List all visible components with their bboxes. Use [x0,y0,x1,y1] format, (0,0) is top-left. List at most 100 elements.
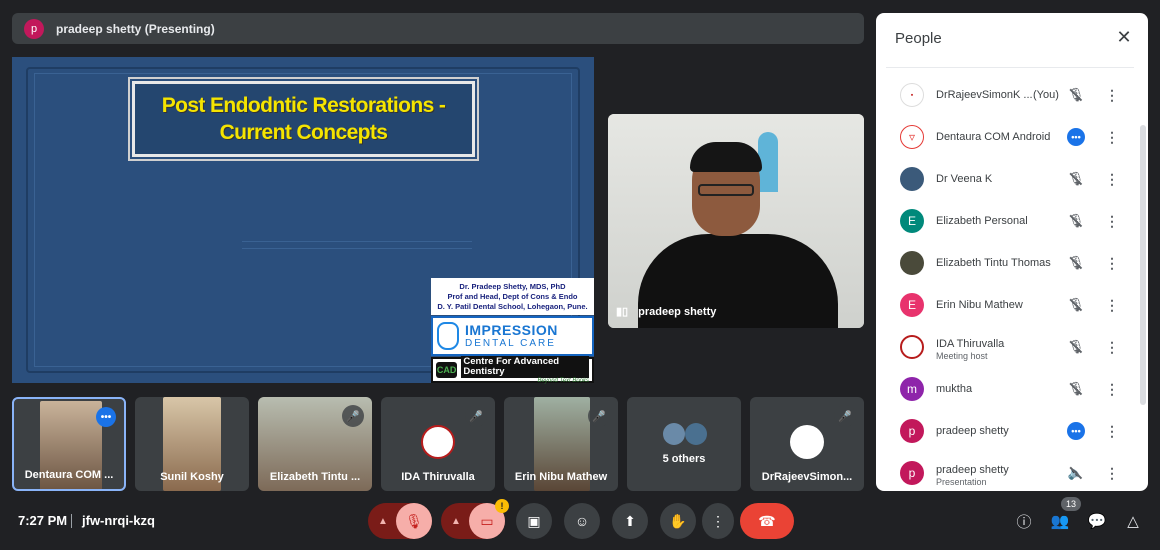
more-vert-icon[interactable]: ⋮ [1105,380,1119,398]
speaking-icon: ••• [1067,128,1085,146]
captions-icon: ▣ [527,512,541,529]
more-vert-icon[interactable]: ⋮ [1105,254,1119,272]
chevron-up-icon[interactable]: ▲ [451,516,461,527]
present-icon: ⬆ [624,512,636,529]
end-call-icon: ☎ [758,512,776,529]
mic-off-icon: 🎤 [465,405,487,427]
people-row[interactable]: Elizabeth Tintu Thomas 🎙 ⋮ [876,242,1134,284]
participant-tile[interactable]: 🎤 Erin Nibu Mathew [504,397,618,491]
participant-tile[interactable]: 🎤 DrRajeevSimon... [750,397,864,491]
more-vert-icon[interactable]: ⋮ [1105,296,1119,314]
hand-icon: ✋ [669,512,687,529]
chevron-up-icon[interactable]: ▲ [378,516,388,527]
more-vert-icon[interactable]: ⋮ [1105,464,1119,482]
avatar: E [900,293,924,317]
people-row[interactable]: p pradeep shetty Presentation 🔈 ⋮ [876,452,1134,491]
audio-level-icon: ▮▯ [616,306,629,318]
chat-icon[interactable]: 💬 [1087,511,1107,531]
avatar [663,423,685,445]
slide-title-line2: Current Concepts [219,121,388,144]
dentaura-logo-icon [790,425,824,459]
end-call-button[interactable]: ☎ [740,503,794,539]
more-vert-icon[interactable]: ⋮ [1105,422,1119,440]
credit-line1: Dr. Pradeep Shetty, MDS, PhD [459,281,566,291]
main-video-name-text: pradeep shetty [638,305,717,318]
avatar [685,423,707,445]
avatar [900,167,924,191]
more-vert-icon[interactable]: ⋮ [1105,212,1119,230]
person-name: Erin Nibu Mathew [936,299,1023,311]
person-name: Elizabeth Personal [936,215,1028,227]
emoji-button[interactable]: ☺ [564,503,600,539]
mic-off-icon: 🎙 [1067,381,1085,396]
more-vert-icon: ⋮ [711,512,725,529]
mic-off-icon: 🎙 [1067,297,1085,312]
camera-off-icon: ▭ [480,512,494,529]
people-row[interactable]: ▪ DrRajeevSimonK ... (You) 🎙 ⋮ [876,74,1134,116]
people-icon[interactable]: 👥 [1050,511,1070,531]
present-button[interactable]: ⬆ [612,503,648,539]
presenter-bar: p pradeep shetty (Presenting) [12,13,864,44]
avatar: p [900,419,924,443]
main-speaker-video[interactable]: ▮▯ pradeep shetty [608,114,864,328]
avatar [900,335,924,359]
cad-title: Centre For Advanced Dentistry [461,356,589,378]
mic-off-icon: 🎙 [405,512,423,529]
person-name: IDA Thiruvalla [936,338,1005,350]
slide-title-box: Post Endodntic Restorations - Current Co… [128,77,479,161]
close-icon[interactable]: ✕ [1114,27,1134,47]
person-name: pradeep shetty [936,425,1009,437]
people-row[interactable]: Dr Veena K 🎙 ⋮ [876,158,1134,200]
people-row[interactable]: m muktha 🎙 ⋮ [876,368,1134,410]
people-row[interactable]: E Erin Nibu Mathew 🎙 ⋮ [876,284,1134,326]
info-icon[interactable]: ⓘ [1014,511,1034,531]
tile-label: Sunil Koshy [160,471,224,483]
person-role: Meeting host [936,351,988,361]
more-vert-icon[interactable]: ⋮ [1105,128,1119,146]
people-row[interactable]: ▿ Dentaura COM Android ••• ⋮ [876,116,1134,158]
person-name: pradeep shetty [936,464,1009,476]
avatar: ▿ [900,125,924,149]
person-role: Presentation [936,477,987,487]
tile-label: IDA Thiruvalla [401,471,475,483]
people-row[interactable]: p pradeep shetty ••• ⋮ [876,410,1134,452]
emoji-icon: ☺ [574,513,590,529]
tile-label: Elizabeth Tintu ... [269,471,361,483]
main-video-name: ▮▯ pradeep shetty [616,305,717,319]
avatar: ▪ [900,83,924,107]
more-vert-icon[interactable]: ⋮ [1105,338,1119,356]
tile-label: Erin Nibu Mathew [514,471,608,483]
more-options-button[interactable]: ⋮ [702,503,734,539]
meeting-code[interactable]: jfw-nrqi-kzq [82,513,155,528]
slide-badges: Dr. Pradeep Shetty, MDS, PhD Prof and He… [431,278,594,384]
mic-off-icon: 🎙 [1067,87,1085,102]
mic-off-icon: 🎤 [834,405,856,427]
more-vert-icon[interactable]: ⋮ [1105,170,1119,188]
people-row[interactable]: IDA Thiruvalla Meeting host 🎙 ⋮ [876,326,1134,368]
mic-off-button[interactable]: 🎙 [396,503,432,539]
participant-tile[interactable]: ••• Dentaura COM ... [12,397,126,491]
activities-icon[interactable]: △ [1123,511,1143,531]
credit-line3: D. Y. Patil Dental School, Lohegaon, Pun… [437,301,588,311]
slide-title-line1: Post Endodntic Restorations - [161,94,446,117]
others-tile[interactable]: 5 others [627,397,741,491]
person-name: muktha [936,383,973,395]
tooth-icon [437,322,459,350]
credit-box: Dr. Pradeep Shetty, MDS, PhD Prof and He… [431,278,594,315]
captions-button[interactable]: ▣ [516,503,552,539]
speaking-icon: ••• [1067,422,1085,440]
people-count-badge: 13 [1061,497,1081,511]
impression-logo-box: IMPRESSION DENTAL CARE [431,316,594,356]
scrollbar[interactable] [1140,125,1146,405]
participant-tile[interactable]: 🎤 Elizabeth Tintu ... [258,397,372,491]
panel-divider [886,67,1134,68]
raise-hand-button[interactable]: ✋ [660,503,696,539]
participant-tile[interactable]: Sunil Koshy [135,397,249,491]
more-vert-icon[interactable]: ⋮ [1105,86,1119,104]
mic-control-group[interactable]: ▲ 🎙 [368,503,432,539]
camera-control-group[interactable]: ▲ ▭ ! [441,499,509,539]
people-panel: People ✕ ▪ DrRajeevSimonK ... (You) 🎙 ⋮ … [876,13,1148,491]
people-row[interactable]: E Elizabeth Personal 🎙 ⋮ [876,200,1134,242]
mic-off-icon: 🎙 [1067,255,1085,270]
participant-tile[interactable]: 🎤 IDA Thiruvalla [381,397,495,491]
